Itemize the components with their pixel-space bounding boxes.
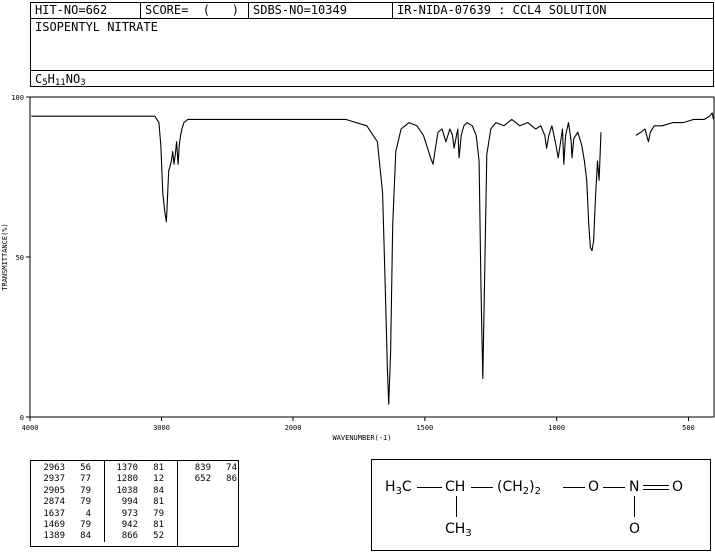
- axis-ticks: [26, 96, 689, 421]
- spectrum-trace-1: [31, 115, 602, 405]
- peak-transmittance: 79: [80, 485, 91, 496]
- x-tick-label: 4000: [22, 424, 39, 432]
- spectrum-trace-2: [635, 112, 715, 143]
- peak-transmittance: 86: [226, 474, 237, 485]
- peak-wavenumber: 2874: [43, 497, 65, 508]
- peak-row: 652 86: [181, 474, 237, 485]
- peak-wavenumber: 1280: [116, 474, 138, 485]
- peak-wavenumber: 866: [121, 531, 138, 542]
- peak-transmittance: 74: [226, 463, 237, 473]
- methine-ch: CH: [445, 479, 466, 495]
- peak-transmittance: 81: [153, 463, 164, 473]
- peak-column-2: 1370 81 1280 12 1038 84 994 81 973 79 942 81 866 52: [104, 461, 177, 542]
- nitro-oxygen-2: O: [629, 521, 641, 537]
- double-bond-b: [643, 489, 669, 490]
- peak-wavenumber: 973: [121, 508, 138, 519]
- peak-transmittance: 79: [153, 508, 164, 519]
- peak-wavenumber: 2937: [43, 474, 65, 485]
- peak-row: 973 79: [108, 509, 177, 520]
- x-tick-label: 1000: [548, 424, 565, 432]
- methyl-h3c: H3C: [385, 479, 412, 497]
- peak-row: 839 74: [181, 463, 237, 474]
- structure-diagram: H3C CH (CH2)2 O N O O CH3: [371, 459, 711, 551]
- peak-row: 2874 79: [35, 497, 100, 508]
- peak-table: 2963 56 2937 77 2905 79 2874 79 1637 4 1469 79 1389 8…: [30, 460, 239, 547]
- spectrum-traces: [31, 112, 715, 405]
- ester-oxygen: O: [588, 479, 600, 495]
- peak-row: 994 81: [108, 497, 177, 508]
- peak-wavenumber: 1370: [116, 463, 138, 473]
- bond-3: [563, 487, 585, 488]
- bond-n-o: [634, 496, 635, 517]
- methylene-group: (CH2)2: [497, 479, 541, 497]
- plot-frame: [29, 96, 715, 418]
- peak-row: 1389 84: [35, 531, 100, 542]
- peak-column-3: 839 74 652 86: [177, 461, 237, 546]
- peak-row: 1637 4: [35, 509, 100, 520]
- x-tick-label: 2000: [285, 424, 302, 432]
- peak-wavenumber: 942: [121, 519, 138, 530]
- peak-wavenumber: 2963: [43, 463, 65, 473]
- peak-transmittance: 81: [153, 519, 164, 530]
- peak-row: 2905 79: [35, 486, 100, 497]
- y-tick-label: 100: [11, 94, 24, 102]
- peak-transmittance: 4: [85, 508, 91, 519]
- peak-wavenumber: 839: [194, 463, 211, 473]
- nitrogen: N: [629, 479, 640, 495]
- peak-wavenumber: 1389: [43, 531, 65, 542]
- peak-transmittance: 56: [80, 463, 91, 473]
- x-tick-label: 3000: [153, 424, 170, 432]
- tick-labels: 4000 3000 2000 1500 1000 500100500: [11, 94, 694, 432]
- bond-2: [471, 487, 493, 488]
- peak-row: 2963 56: [35, 463, 100, 474]
- peak-transmittance: 77: [80, 474, 91, 485]
- peak-row: 1370 81: [108, 463, 177, 474]
- y-tick-label: 0: [20, 414, 24, 422]
- bond-4: [603, 487, 625, 488]
- bond-1: [417, 487, 442, 488]
- peak-row: 942 81: [108, 520, 177, 531]
- peak-wavenumber: 652: [194, 474, 211, 485]
- peak-transmittance: 52: [153, 531, 164, 542]
- peak-row: 866 52: [108, 531, 177, 542]
- x-tick-label: 1500: [416, 424, 433, 432]
- y-axis-label: TRANSMITTANCE(%): [1, 223, 9, 290]
- nitro-oxygen-1: O: [672, 479, 684, 495]
- peak-row: 1280 12: [108, 474, 177, 485]
- peak-column-1: 2963 56 2937 77 2905 79 2874 79 1637 4 1469 79 1389 8…: [35, 463, 100, 543]
- peak-row: 2937 77: [35, 474, 100, 485]
- peak-row: 1038 84: [108, 486, 177, 497]
- peak-transmittance: 12: [153, 474, 164, 485]
- double-bond-a: [643, 485, 669, 486]
- peak-transmittance: 84: [80, 531, 91, 542]
- x-axis-label: WAVENUMBER(-1): [332, 434, 391, 442]
- peak-transmittance: 79: [80, 497, 91, 508]
- peak-wavenumber: 1469: [43, 519, 65, 530]
- peak-row: 1469 79: [35, 520, 100, 531]
- peak-wavenumber: 1637: [43, 508, 65, 519]
- peak-wavenumber: 1038: [116, 485, 138, 496]
- peak-wavenumber: 994: [121, 497, 138, 508]
- methyl-ch3: CH3: [445, 521, 472, 539]
- peak-transmittance: 79: [80, 519, 91, 530]
- peak-transmittance: 84: [153, 485, 164, 496]
- peak-wavenumber: 2905: [43, 485, 65, 496]
- x-tick-label: 500: [682, 424, 695, 432]
- ir-spectrum-chart: 4000 3000 2000 1500 1000 500100500 WAVENUMBER…: [1, 94, 715, 442]
- bond-ch-ch3: [456, 496, 457, 517]
- peak-transmittance: 81: [153, 497, 164, 508]
- y-tick-label: 50: [16, 254, 24, 262]
